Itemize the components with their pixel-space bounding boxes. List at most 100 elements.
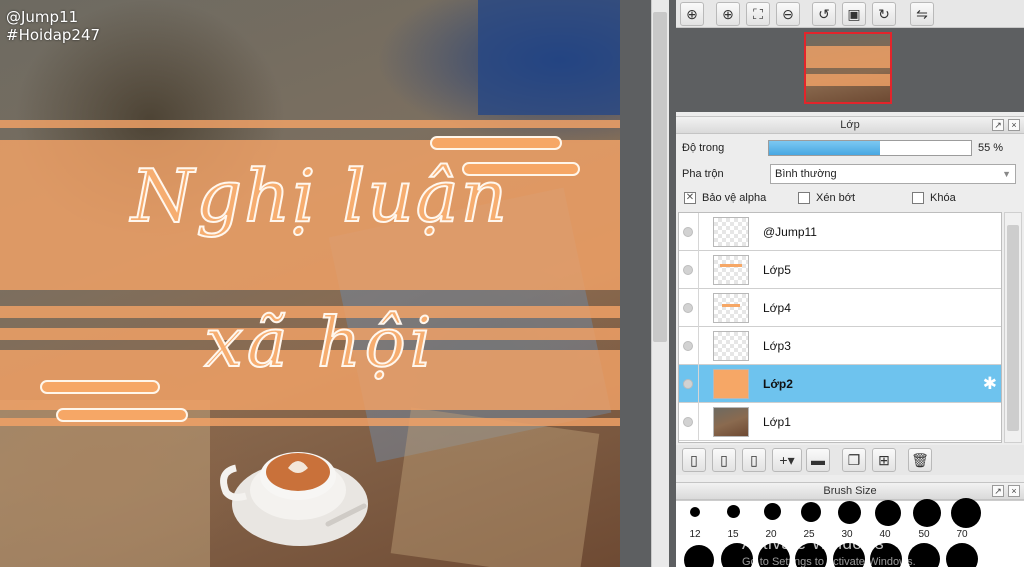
checkbox-icon [798, 192, 810, 204]
fit-window-icon[interactable]: ▣ [842, 2, 866, 26]
visibility-icon[interactable] [683, 417, 693, 427]
brush-size-label: 12 [689, 529, 701, 540]
visibility-icon[interactable] [683, 265, 693, 275]
layer-row-selected[interactable]: Lớp2 ✱ [679, 365, 1001, 403]
right-panel: ⊕ ⊕ ⛶ ⊖ ↺ ▣ ↻ ⇋ Lớp ↗ × Độ trong 55 % Ph… [676, 0, 1024, 567]
protect-alpha-label: Bảo vệ alpha [702, 192, 767, 204]
layer-thumbnail [713, 407, 749, 437]
watermark-handle: @Jump11 [6, 8, 79, 26]
watermark-hashtag: #Hoidap247 [6, 26, 101, 44]
zoom-actual-icon[interactable]: ⊕ [680, 2, 704, 26]
blend-mode-select[interactable]: Bình thường ▼ [770, 164, 1016, 184]
zoom-out-icon[interactable]: ⊖ [776, 2, 800, 26]
decorative-pill [56, 408, 188, 422]
layer-name: Lớp1 [763, 415, 791, 429]
close-panel-icon[interactable]: × [1008, 485, 1020, 497]
scrollbar-thumb[interactable] [1007, 225, 1019, 431]
brush-size-label: 50 [918, 529, 930, 540]
layers-panel-header: Lớp ↗ × [676, 116, 1024, 134]
clipping-checkbox[interactable]: Xén bớt [798, 192, 855, 204]
rotate-right-icon[interactable]: ↻ [872, 2, 896, 26]
brush-size-dot[interactable] [727, 505, 740, 518]
gear-icon[interactable]: ✱ [983, 374, 997, 394]
opacity-slider-fill [769, 141, 881, 155]
close-panel-icon[interactable]: × [1008, 119, 1020, 131]
brush-size-dot[interactable] [764, 503, 781, 520]
duplicate-layer-icon[interactable]: ❐ [842, 448, 866, 472]
activate-windows-hint: Go to Settings to activate Windows. [742, 556, 916, 567]
drawing-canvas[interactable]: Nghị luận xã hội @Jump11 #Hoidap247 [0, 0, 620, 567]
layer-name: @Jump11 [763, 225, 817, 239]
canvas-scrollbar[interactable] [620, 0, 676, 567]
layer-toolbar: ▯ ▯ ▯ +▾ ▬ ❐ ⊞ 🗑 [676, 445, 1024, 475]
brush-size-dot[interactable] [913, 499, 941, 527]
opacity-value: 55 % [978, 142, 1004, 154]
orange-stripe [0, 120, 620, 128]
layer-name: Lớp5 [763, 263, 791, 277]
layer-row[interactable]: Lớp4 [679, 289, 1001, 327]
trash-icon[interactable]: 🗑 [908, 448, 932, 472]
chevron-down-icon: ▼ [1002, 169, 1011, 179]
scrollbar-thumb[interactable] [653, 12, 667, 342]
layer-row[interactable]: Lớp3 [679, 327, 1001, 365]
navigator-thumbnail[interactable] [804, 32, 892, 104]
blend-mode-value: Bình thường [775, 168, 837, 180]
brush-size-dot[interactable] [946, 543, 978, 567]
merge-down-icon[interactable]: ⊞ [872, 448, 896, 472]
layer-thumbnail [713, 369, 749, 399]
new-8bpp-layer-icon[interactable]: ▯ [712, 448, 736, 472]
decorative-pill [430, 136, 562, 150]
decorative-pill [40, 380, 160, 394]
new-1bpp-layer-icon[interactable]: ▯ [742, 448, 766, 472]
layers-panel-title: Lớp [840, 119, 860, 131]
coffee-cup-image [220, 452, 368, 546]
layer-row[interactable]: Lớp5 [679, 251, 1001, 289]
add-layer-menu-icon[interactable]: +▾ [772, 448, 802, 472]
layer-name: Lớp2 [763, 377, 793, 391]
layer-list-scrollbar[interactable] [1004, 212, 1022, 443]
opacity-label: Độ trong [682, 142, 725, 154]
brush-size-dot[interactable] [684, 545, 714, 567]
new-folder-icon[interactable]: ▬ [806, 448, 830, 472]
brush-size-panel-title: Brush Size [823, 485, 877, 497]
visibility-icon[interactable] [683, 379, 693, 389]
layer-thumbnail [713, 293, 749, 323]
brush-size-dot[interactable] [690, 507, 700, 517]
navigator-preview[interactable] [676, 28, 1024, 112]
checkbox-icon [912, 192, 924, 204]
rotate-left-icon[interactable]: ↺ [812, 2, 836, 26]
detach-panel-icon[interactable]: ↗ [992, 119, 1004, 131]
layer-name: Lớp3 [763, 339, 791, 353]
visibility-icon[interactable] [683, 303, 693, 313]
opacity-slider[interactable] [768, 140, 972, 156]
layer-thumbnail [713, 217, 749, 247]
layer-name: Lớp4 [763, 301, 791, 315]
fit-screen-icon[interactable]: ⛶ [746, 2, 770, 26]
book-cover-image [478, 0, 620, 115]
layer-list: @Jump11 Lớp5 Lớp4 Lớp3 Lớp2 ✱ Lớp1 [678, 212, 1002, 443]
brush-size-dot[interactable] [838, 501, 861, 524]
detach-panel-icon[interactable]: ↗ [992, 485, 1004, 497]
watermark-text: @Jump11 #Hoidap247 [6, 8, 100, 44]
brush-size-dot[interactable] [801, 502, 821, 522]
checkbox-checked-icon: ✕ [684, 192, 696, 204]
lock-checkbox[interactable]: Khóa [912, 192, 956, 204]
visibility-icon[interactable] [683, 341, 693, 351]
lock-label: Khóa [930, 192, 956, 204]
brush-size-dot[interactable] [951, 498, 981, 528]
protect-alpha-checkbox[interactable]: ✕ Bảo vệ alpha [684, 192, 766, 204]
zoom-in-icon[interactable]: ⊕ [716, 2, 740, 26]
visibility-icon[interactable] [683, 227, 693, 237]
flip-icon[interactable]: ⇋ [910, 2, 934, 26]
layer-row[interactable]: Lớp1 [679, 403, 1001, 441]
canvas-subtitle-text: xã hội [204, 304, 436, 383]
activate-windows-watermark: Activate Windows [742, 534, 885, 553]
paint-app-window: Nghị luận xã hội @Jump11 #Hoidap247 ⊕ ⊕ … [0, 0, 1024, 567]
layer-thumbnail [713, 255, 749, 285]
brush-size-dot[interactable] [875, 500, 901, 526]
canvas-title-text: Nghị luận [130, 154, 510, 238]
layer-row[interactable]: @Jump11 [679, 213, 1001, 251]
new-color-layer-icon[interactable]: ▯ [682, 448, 706, 472]
newspaper-image-2 [390, 407, 600, 567]
brush-size-panel-header: Brush Size ↗ × [676, 482, 1024, 500]
